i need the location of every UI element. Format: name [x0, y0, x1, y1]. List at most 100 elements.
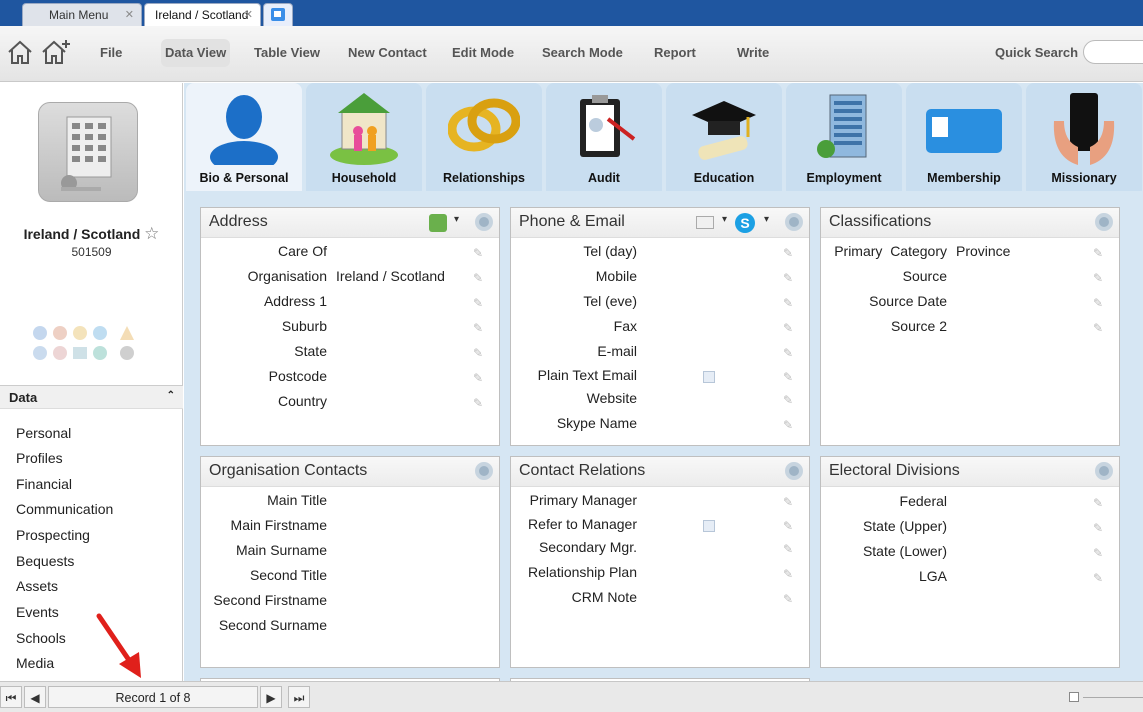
- edit-pencil-icon[interactable]: ✎: [473, 372, 485, 384]
- edit-pencil-icon[interactable]: ✎: [783, 543, 795, 555]
- edit-pencil-icon[interactable]: ✎: [1093, 572, 1105, 584]
- field-row[interactable]: State (Upper) ✎: [821, 518, 1119, 540]
- sidebar-item-media[interactable]: Media: [16, 655, 54, 671]
- field-row[interactable]: Primary Manager ✎: [511, 492, 809, 514]
- skype-icon[interactable]: S: [735, 213, 755, 233]
- field-row[interactable]: State (Lower) ✎: [821, 543, 1119, 565]
- field-row[interactable]: Primary Category Province ✎: [821, 243, 1119, 265]
- edit-pencil-icon[interactable]: ✎: [783, 394, 795, 406]
- table-view-button[interactable]: Table View: [250, 39, 324, 67]
- sidebar-item-profiles[interactable]: Profiles: [16, 450, 63, 466]
- category-education[interactable]: Education: [666, 83, 782, 191]
- previous-record-button[interactable]: ◀: [24, 686, 46, 708]
- category-household[interactable]: Household: [306, 83, 422, 191]
- edit-pencil-icon[interactable]: ✎: [783, 520, 795, 532]
- gear-icon[interactable]: [475, 213, 493, 231]
- zoom-slider-track[interactable]: [1083, 697, 1143, 698]
- edit-pencil-icon[interactable]: ✎: [1093, 297, 1105, 309]
- last-record-button[interactable]: ⏭: [288, 686, 310, 708]
- data-section-header[interactable]: Data ⌃: [0, 385, 183, 409]
- field-row[interactable]: Secondary Mgr. ✎: [511, 539, 809, 561]
- gear-icon[interactable]: [785, 462, 803, 480]
- chevron-down-icon[interactable]: ▾: [454, 214, 459, 225]
- edit-pencil-icon[interactable]: ✎: [473, 347, 485, 359]
- new-contact-button[interactable]: New Contact: [344, 39, 431, 67]
- field-row[interactable]: Second Surname: [201, 617, 499, 639]
- edit-pencil-icon[interactable]: ✎: [783, 568, 795, 580]
- field-row[interactable]: Mobile ✎: [511, 268, 809, 290]
- sidebar-item-bequests[interactable]: Bequests: [16, 553, 74, 569]
- refer-to-manager-checkbox[interactable]: [703, 520, 715, 532]
- edit-pencil-icon[interactable]: ✎: [1093, 522, 1105, 534]
- edit-pencil-icon[interactable]: ✎: [1093, 272, 1105, 284]
- field-row[interactable]: CRM Note ✎: [511, 589, 809, 611]
- edit-pencil-icon[interactable]: ✎: [783, 272, 795, 284]
- gear-icon[interactable]: [1095, 213, 1113, 231]
- data-view-button[interactable]: Data View: [161, 39, 231, 67]
- email-icon[interactable]: [696, 216, 714, 229]
- field-row[interactable]: Plain Text Email ✎: [511, 367, 809, 389]
- category-employment[interactable]: Employment: [786, 83, 902, 191]
- edit-pencil-icon[interactable]: ✎: [783, 371, 795, 383]
- favorite-star-icon[interactable]: ☆: [144, 224, 159, 243]
- plain-text-email-checkbox[interactable]: [703, 371, 715, 383]
- field-row[interactable]: State ✎: [201, 343, 499, 365]
- field-row[interactable]: Main Firstname: [201, 517, 499, 539]
- edit-pencil-icon[interactable]: ✎: [1093, 497, 1105, 509]
- field-row[interactable]: Federal ✎: [821, 493, 1119, 515]
- field-row[interactable]: Care Of ✎: [201, 243, 499, 265]
- field-row[interactable]: Source ✎: [821, 268, 1119, 290]
- field-row[interactable]: Source Date ✎: [821, 293, 1119, 315]
- edit-pencil-icon[interactable]: ✎: [783, 593, 795, 605]
- gear-icon[interactable]: [785, 213, 803, 231]
- new-home-icon[interactable]: [40, 38, 72, 66]
- category-bio-personal[interactable]: Bio & Personal: [186, 83, 302, 191]
- field-row[interactable]: Main Surname: [201, 542, 499, 564]
- edit-pencil-icon[interactable]: ✎: [473, 397, 485, 409]
- field-row[interactable]: Relationship Plan ✎: [511, 564, 809, 586]
- next-record-button[interactable]: ▶: [260, 686, 282, 708]
- field-row[interactable]: Second Title: [201, 567, 499, 589]
- field-row[interactable]: Address 1 ✎: [201, 293, 499, 315]
- edit-pencil-icon[interactable]: ✎: [783, 419, 795, 431]
- edit-mode-button[interactable]: Edit Mode: [448, 39, 518, 67]
- field-row[interactable]: Organisation Ireland / Scotland ✎: [201, 268, 499, 290]
- first-record-button[interactable]: ⏮: [0, 686, 22, 708]
- sidebar-item-assets[interactable]: Assets: [16, 578, 58, 594]
- field-row[interactable]: Tel (day) ✎: [511, 243, 809, 265]
- sidebar-item-prospecting[interactable]: Prospecting: [16, 527, 90, 543]
- home-icon[interactable]: [6, 38, 34, 66]
- sidebar-item-schools[interactable]: Schools: [16, 630, 66, 646]
- field-row[interactable]: Fax ✎: [511, 318, 809, 340]
- search-mode-button[interactable]: Search Mode: [538, 39, 627, 67]
- file-menu[interactable]: File: [96, 39, 126, 67]
- field-row[interactable]: Second Firstname: [201, 592, 499, 614]
- record-avatar[interactable]: [38, 102, 138, 202]
- new-tab-button[interactable]: [263, 3, 293, 26]
- write-button[interactable]: Write: [733, 39, 773, 67]
- field-row[interactable]: Source 2 ✎: [821, 318, 1119, 340]
- close-icon[interactable]: ✕: [125, 4, 134, 26]
- tab-main-menu[interactable]: Main Menu ✕: [22, 3, 142, 26]
- field-row[interactable]: Tel (eve) ✎: [511, 293, 809, 315]
- field-row[interactable]: Country ✎: [201, 393, 499, 415]
- chevron-down-icon[interactable]: ▾: [764, 214, 769, 225]
- tab-ireland-scotland[interactable]: Ireland / Scotland ✕: [144, 3, 261, 26]
- sidebar-item-financial[interactable]: Financial: [16, 476, 72, 492]
- edit-pencil-icon[interactable]: ✎: [783, 322, 795, 334]
- edit-pencil-icon[interactable]: ✎: [473, 247, 485, 259]
- edit-pencil-icon[interactable]: ✎: [1093, 547, 1105, 559]
- field-row[interactable]: Website ✎: [511, 390, 809, 412]
- field-row[interactable]: Postcode ✎: [201, 368, 499, 390]
- category-membership[interactable]: Membership: [906, 83, 1022, 191]
- edit-pencil-icon[interactable]: ✎: [783, 496, 795, 508]
- sidebar-item-communication[interactable]: Communication: [16, 501, 113, 517]
- edit-pencil-icon[interactable]: ✎: [1093, 247, 1105, 259]
- category-missionary[interactable]: Missionary: [1026, 83, 1142, 191]
- field-row[interactable]: LGA ✎: [821, 568, 1119, 590]
- category-relationships[interactable]: Relationships: [426, 83, 542, 191]
- quick-search-input[interactable]: [1083, 40, 1143, 64]
- sidebar-item-personal[interactable]: Personal: [16, 425, 71, 441]
- field-row[interactable]: Skype Name ✎: [511, 415, 809, 437]
- field-row[interactable]: Main Title: [201, 492, 499, 514]
